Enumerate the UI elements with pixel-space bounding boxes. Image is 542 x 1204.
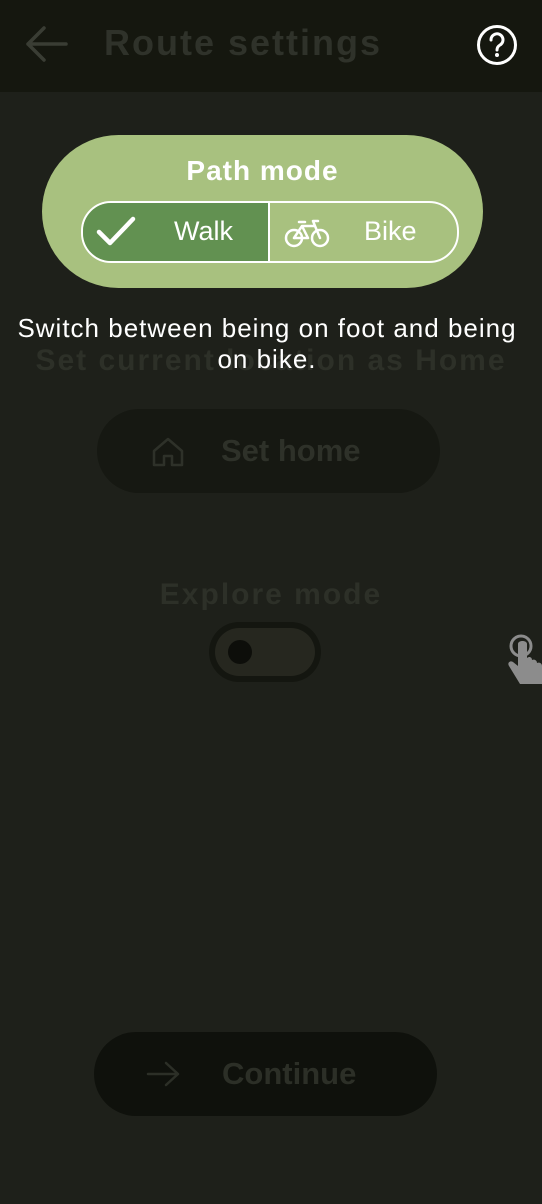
bicycle-icon bbox=[284, 219, 330, 248]
walk-label: Walk bbox=[174, 216, 233, 246]
explore-mode-label: Explore mode bbox=[159, 578, 383, 611]
path-mode-title: Path mode bbox=[186, 155, 339, 186]
set-home-label: Set home bbox=[221, 433, 361, 468]
walk-option[interactable]: Walk bbox=[83, 203, 270, 261]
continue-label: Continue bbox=[222, 1056, 357, 1091]
toggle-track bbox=[215, 628, 315, 676]
set-home-button[interactable]: Set home bbox=[97, 409, 440, 493]
check-icon bbox=[96, 216, 136, 246]
arrow-left-icon[interactable] bbox=[22, 24, 70, 64]
arrow-right-icon bbox=[146, 1061, 180, 1087]
page-title: Route settings bbox=[104, 22, 383, 63]
tap-hand-icon bbox=[508, 634, 542, 684]
path-mode-card: Path mode Walk Bike bbox=[42, 135, 483, 288]
question-circle-icon[interactable] bbox=[476, 24, 518, 66]
explore-mode-toggle[interactable] bbox=[209, 622, 321, 682]
home-icon bbox=[152, 437, 184, 467]
bike-label: Bike bbox=[364, 216, 417, 246]
top-app-bar: Route settings bbox=[0, 0, 542, 92]
continue-button[interactable]: Continue bbox=[94, 1032, 437, 1116]
bike-option[interactable]: Bike bbox=[270, 203, 457, 261]
toggle-knob bbox=[228, 640, 252, 664]
path-mode-selector: Walk Bike bbox=[81, 201, 459, 263]
tutorial-description: Switch between being on foot and being o… bbox=[17, 313, 517, 374]
